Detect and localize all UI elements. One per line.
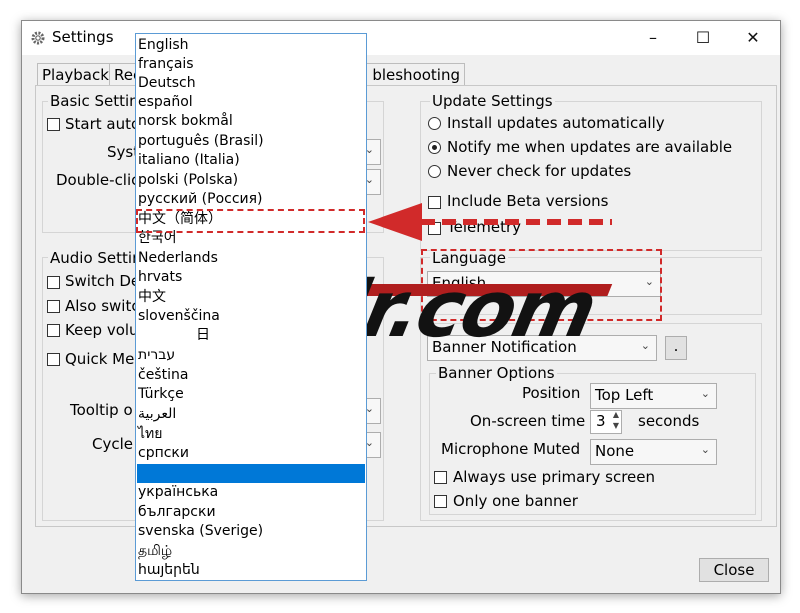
language-option[interactable]: English — [138, 36, 189, 55]
on-screen-time-spinner[interactable]: 3 ▲ ▼ — [590, 410, 622, 434]
language-option[interactable]: svenska (Sverige) — [138, 522, 263, 541]
language-option[interactable]: српски — [138, 444, 189, 463]
system-combo[interactable]: ⌄ — [365, 139, 381, 165]
switch-device-checkbox[interactable] — [47, 276, 60, 289]
language-option[interactable]: Türkçe — [138, 385, 184, 404]
language-option[interactable]: български — [138, 503, 216, 522]
update-settings-title: Update Settings — [430, 92, 555, 110]
language-option[interactable]: 日 — [196, 326, 210, 345]
red-arrow-annotation — [368, 203, 612, 241]
language-option[interactable]: português (Brasil) — [138, 132, 264, 151]
cycle-label: Cycle — [92, 435, 133, 453]
language-option[interactable]: hrvats — [138, 268, 182, 287]
language-option[interactable]: русский (Россия) — [138, 190, 263, 209]
also-switch-label: Also switc — [65, 297, 140, 315]
switch-device-label: Switch De — [65, 272, 141, 290]
position-value: Top Left — [595, 386, 654, 404]
spin-down-icon[interactable]: ▼ — [613, 421, 619, 430]
close-button[interactable]: Close — [699, 558, 769, 582]
language-option[interactable]: polski (Polska) — [138, 171, 238, 190]
notification-settings-button[interactable]: . — [665, 336, 687, 360]
never-check-radio[interactable] — [428, 165, 441, 178]
language-option[interactable]: 中文 — [138, 288, 166, 307]
install-auto-label: Install updates automatically — [447, 114, 665, 132]
on-screen-time-value: 3 — [596, 412, 606, 430]
microphone-muted-value: None — [595, 442, 635, 460]
chevron-down-icon: ⌄ — [700, 443, 710, 456]
close-window-button[interactable]: ✕ — [730, 21, 776, 55]
language-option[interactable]: العربية — [138, 405, 176, 424]
language-dropdown-list[interactable]: English français Deutsch español norsk b… — [135, 33, 367, 581]
quick-menu-label: Quick Me — [65, 350, 135, 368]
always-primary-label: Always use primary screen — [453, 468, 656, 486]
spin-up-icon[interactable]: ▲ — [613, 410, 619, 419]
notify-radio[interactable] — [428, 141, 441, 154]
position-label: Position — [522, 384, 581, 402]
cycle-combo[interactable]: ⌄ — [365, 432, 381, 458]
microphone-muted-label: Microphone Muted — [441, 440, 581, 458]
chinese-option-highlight-box — [136, 209, 365, 233]
never-check-label: Never check for updates — [447, 162, 632, 180]
keep-volume-checkbox[interactable] — [47, 324, 60, 337]
only-one-banner-checkbox[interactable] — [434, 495, 447, 508]
language-option[interactable]: தமிழ் — [138, 542, 172, 561]
gear-icon — [31, 31, 45, 45]
banner-options-title: Banner Options — [436, 364, 557, 382]
language-option[interactable]: čeština — [138, 366, 188, 385]
keep-volume-label: Keep volu — [65, 321, 139, 339]
language-option[interactable]: հայերեն — [138, 561, 200, 580]
language-option[interactable]: ไทย — [138, 425, 162, 444]
tooltip-combo[interactable]: ⌄ — [365, 398, 381, 424]
language-option[interactable]: italiano (Italia) — [138, 151, 240, 170]
language-option[interactable]: slovenščina — [138, 307, 220, 326]
start-auto-checkbox[interactable] — [47, 118, 60, 131]
also-switch-checkbox[interactable] — [47, 300, 60, 313]
install-auto-radio[interactable] — [428, 117, 441, 130]
language-option[interactable]: norsk bokmål — [138, 112, 233, 131]
language-option[interactable]: Nederlands — [138, 249, 218, 268]
language-option[interactable]: українська — [138, 483, 218, 502]
language-option[interactable]: français — [138, 55, 194, 74]
double-click-combo[interactable]: ⌄ — [365, 169, 381, 195]
tab-troubleshooting[interactable]: bleshooting — [358, 63, 465, 86]
quick-menu-checkbox[interactable] — [47, 353, 60, 366]
tooltip-label: Tooltip o — [70, 401, 133, 419]
selected-item-highlight — [137, 464, 365, 483]
seconds-label: seconds — [638, 412, 700, 430]
language-option[interactable]: עברית — [138, 346, 175, 365]
minimize-button[interactable]: – — [630, 21, 676, 55]
tab-playback[interactable]: Playback — [37, 63, 115, 86]
on-screen-time-label: On-screen time — [470, 412, 586, 430]
notify-label: Notify me when updates are available — [447, 138, 733, 156]
chevron-down-icon: ⌄ — [700, 387, 710, 400]
language-option[interactable]: español — [138, 93, 193, 112]
start-auto-label: Start auto — [65, 115, 141, 133]
maximize-button[interactable]: ☐ — [680, 21, 726, 55]
double-click-label: Double-clic — [56, 171, 140, 189]
microphone-muted-combo[interactable]: None ⌄ — [590, 439, 717, 465]
language-option[interactable]: Deutsch — [138, 74, 196, 93]
window-title: Settings — [52, 28, 114, 46]
position-combo[interactable]: Top Left ⌄ — [590, 383, 717, 409]
always-primary-checkbox[interactable] — [434, 471, 447, 484]
audio-settings-title: Audio Settin — [48, 249, 144, 267]
only-one-banner-label: Only one banner — [453, 492, 578, 510]
